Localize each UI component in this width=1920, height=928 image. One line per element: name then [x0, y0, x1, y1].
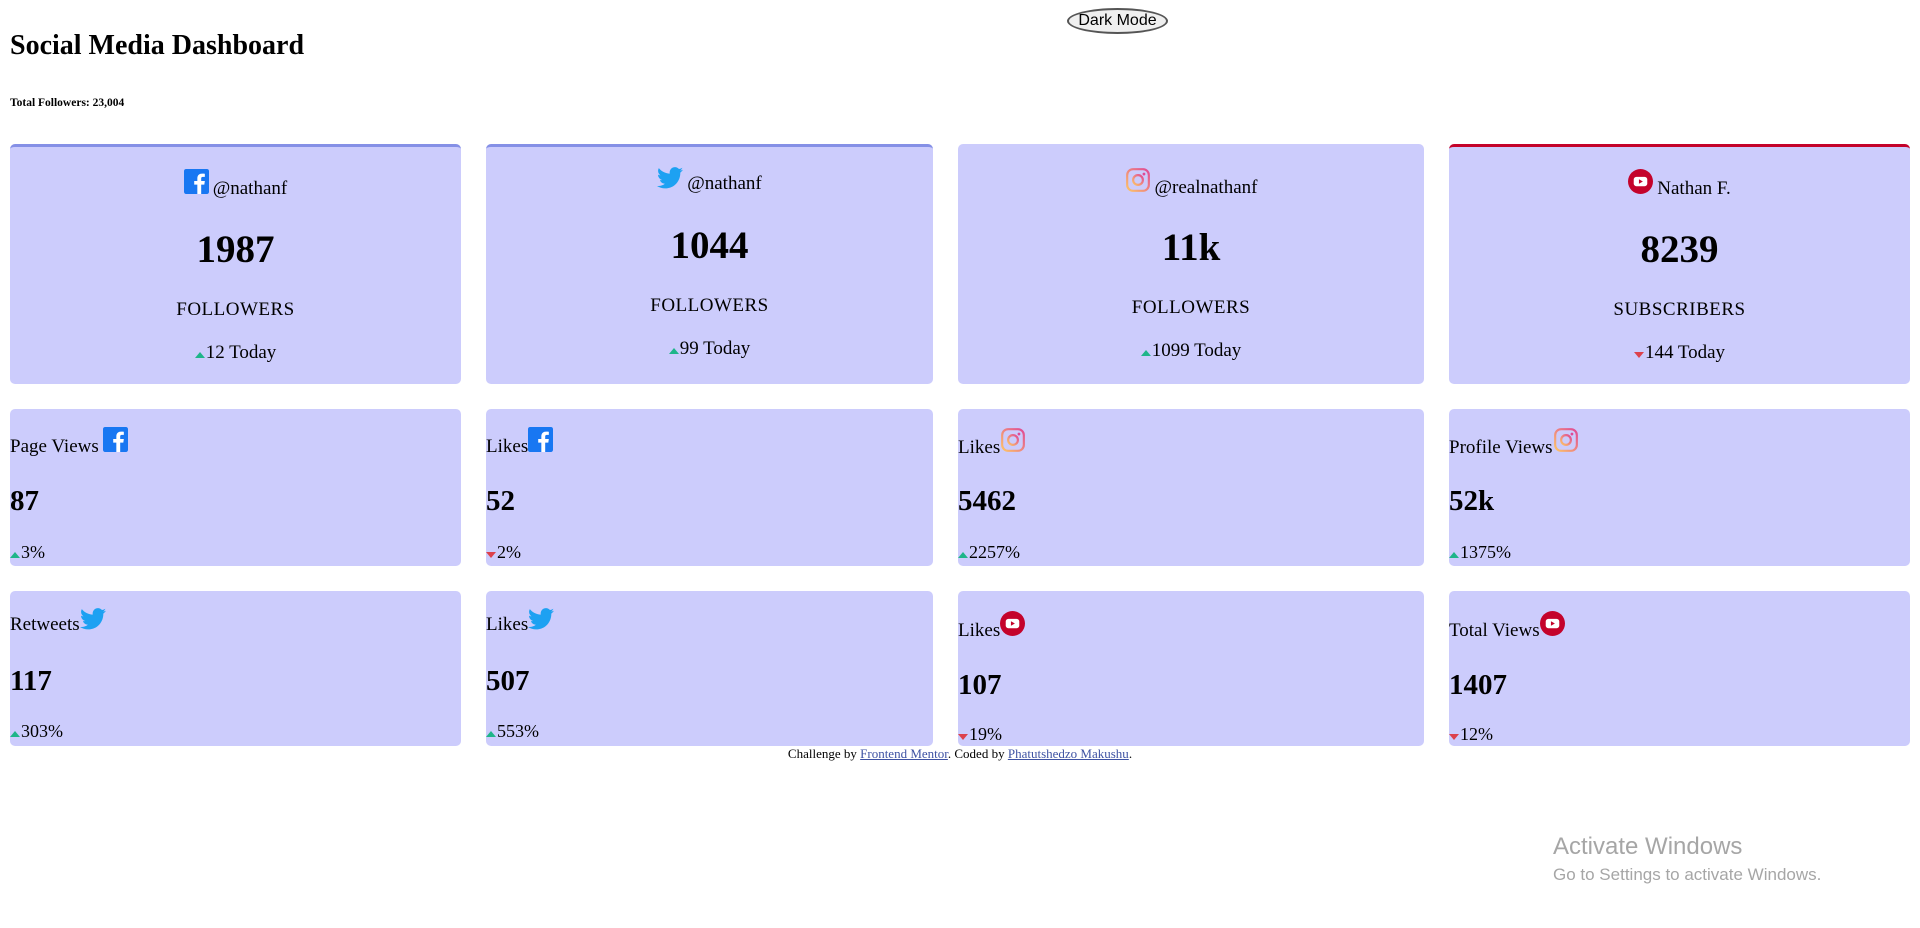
- total-followers: Total Followers: 23,004: [10, 97, 125, 109]
- up-arrow-icon: [194, 352, 205, 358]
- overview-title: Profile Views: [1449, 437, 1553, 458]
- follower-count: 1044: [670, 224, 749, 267]
- overview-percent: 2257%: [969, 542, 1020, 562]
- overview-value: 107: [958, 669, 1002, 701]
- up-arrow-icon: [486, 731, 496, 737]
- overview-card: Likes 507 553%: [486, 591, 933, 746]
- down-arrow-icon: [1633, 352, 1644, 358]
- card-handle: @nathanf: [212, 178, 288, 199]
- overview-card: Likes 5462 2257%: [958, 409, 1424, 566]
- today-change: 12 Today: [205, 342, 277, 363]
- attribution-footer: Challenge by Frontend Mentor. Coded by P…: [0, 746, 1920, 762]
- overview-percent: 303%: [21, 721, 63, 741]
- down-arrow-icon: [1449, 734, 1459, 740]
- overview-title: Total Views: [1449, 620, 1540, 641]
- footer-text: . Coded by: [947, 746, 1008, 761]
- watermark-subtitle: Go to Settings to activate Windows.: [1553, 865, 1822, 884]
- overview-card: Page Views 87 3%: [10, 409, 461, 566]
- watermark-title: Activate Windows: [1553, 833, 1743, 860]
- dark-mode-toggle[interactable]: Dark Mode: [1067, 8, 1168, 34]
- card-youtube: Nathan F. 8239 SUBSCRIBERS 144 Today: [1449, 144, 1910, 384]
- card-twitter: @nathanf 1044 FOLLOWERS 99 Today: [486, 144, 933, 384]
- overview-card: Likes 107 19%: [958, 591, 1424, 746]
- down-arrow-icon: [958, 734, 968, 740]
- overview-percent: 19%: [969, 724, 1002, 744]
- instagram-icon: [1000, 427, 1026, 459]
- overview-percent: 12%: [1460, 724, 1493, 744]
- overview-value: 507: [486, 665, 530, 697]
- activate-windows-watermark: Activate Windows Go to Settings to activ…: [1553, 833, 1821, 885]
- facebook-icon: [183, 169, 209, 200]
- overview-value: 87: [10, 485, 39, 517]
- follower-label: FOLLOWERS: [1131, 297, 1251, 318]
- youtube-icon: [1000, 611, 1026, 642]
- footer-text: .: [1128, 746, 1133, 761]
- today-change: 144 Today: [1644, 342, 1726, 363]
- overview-title: Retweets: [10, 614, 80, 635]
- twitter-icon: [528, 608, 555, 636]
- follower-label: FOLLOWERS: [176, 299, 295, 320]
- overview-percent: 3%: [21, 542, 45, 562]
- overview-title: Page Views: [10, 436, 99, 457]
- author-link[interactable]: Phatutshedzo Makushu: [1008, 746, 1129, 761]
- follower-label: FOLLOWERS: [650, 295, 769, 316]
- overview-value: 117: [10, 665, 52, 697]
- facebook-icon: [528, 427, 554, 458]
- overview-title: Likes: [486, 614, 529, 635]
- overview-card: Retweets 117 303%: [10, 591, 461, 746]
- card-handle: @realnathanf: [1154, 177, 1258, 198]
- follower-count: 1987: [196, 228, 275, 271]
- youtube-icon: [1628, 169, 1654, 200]
- instagram-icon: [1125, 167, 1151, 199]
- overview-percent: 2%: [497, 542, 521, 562]
- overview-value: 52: [486, 485, 515, 517]
- up-arrow-icon: [1140, 350, 1151, 356]
- today-change: 1099 Today: [1151, 340, 1242, 361]
- up-arrow-icon: [10, 552, 20, 558]
- twitter-icon: [657, 167, 684, 195]
- today-change: 99 Today: [679, 338, 751, 359]
- facebook-icon: [102, 427, 128, 458]
- overview-value: 52k: [1449, 485, 1495, 517]
- overview-card: Total Views 1407 12%: [1449, 591, 1910, 746]
- overview-card: Likes 52 2%: [486, 409, 933, 566]
- down-arrow-icon: [486, 552, 496, 558]
- up-arrow-icon: [668, 348, 679, 354]
- up-arrow-icon: [1449, 552, 1459, 558]
- card-handle: Nathan F.: [1657, 178, 1731, 199]
- overview-value: 1407: [1449, 669, 1507, 701]
- overview-card: Profile Views 52k 1375%: [1449, 409, 1910, 566]
- up-arrow-icon: [10, 731, 20, 737]
- youtube-icon: [1539, 611, 1565, 642]
- overview-title: Likes: [958, 620, 1001, 641]
- card-instagram: @realnathanf 11k FOLLOWERS 1099 Today: [958, 144, 1424, 384]
- up-arrow-icon: [958, 552, 968, 558]
- twitter-icon: [79, 608, 106, 636]
- card-handle: @nathanf: [687, 173, 762, 194]
- follower-count: 11k: [1161, 226, 1221, 269]
- frontend-mentor-link[interactable]: Frontend Mentor: [860, 746, 948, 761]
- overview-percent: 1375%: [1460, 542, 1511, 562]
- footer-text: Challenge by: [787, 746, 861, 761]
- overview-value: 5462: [958, 485, 1016, 517]
- follower-count: 8239: [1640, 228, 1719, 271]
- overview-percent: 553%: [497, 721, 539, 741]
- overview-title: Likes: [958, 437, 1001, 458]
- instagram-icon: [1553, 427, 1579, 459]
- follower-label: SUBSCRIBERS: [1613, 299, 1746, 320]
- page-title: Social Media Dashboard: [10, 30, 305, 61]
- card-facebook: @nathanf 1987 FOLLOWERS 12 Today: [10, 144, 461, 384]
- overview-title: Likes: [486, 436, 529, 457]
